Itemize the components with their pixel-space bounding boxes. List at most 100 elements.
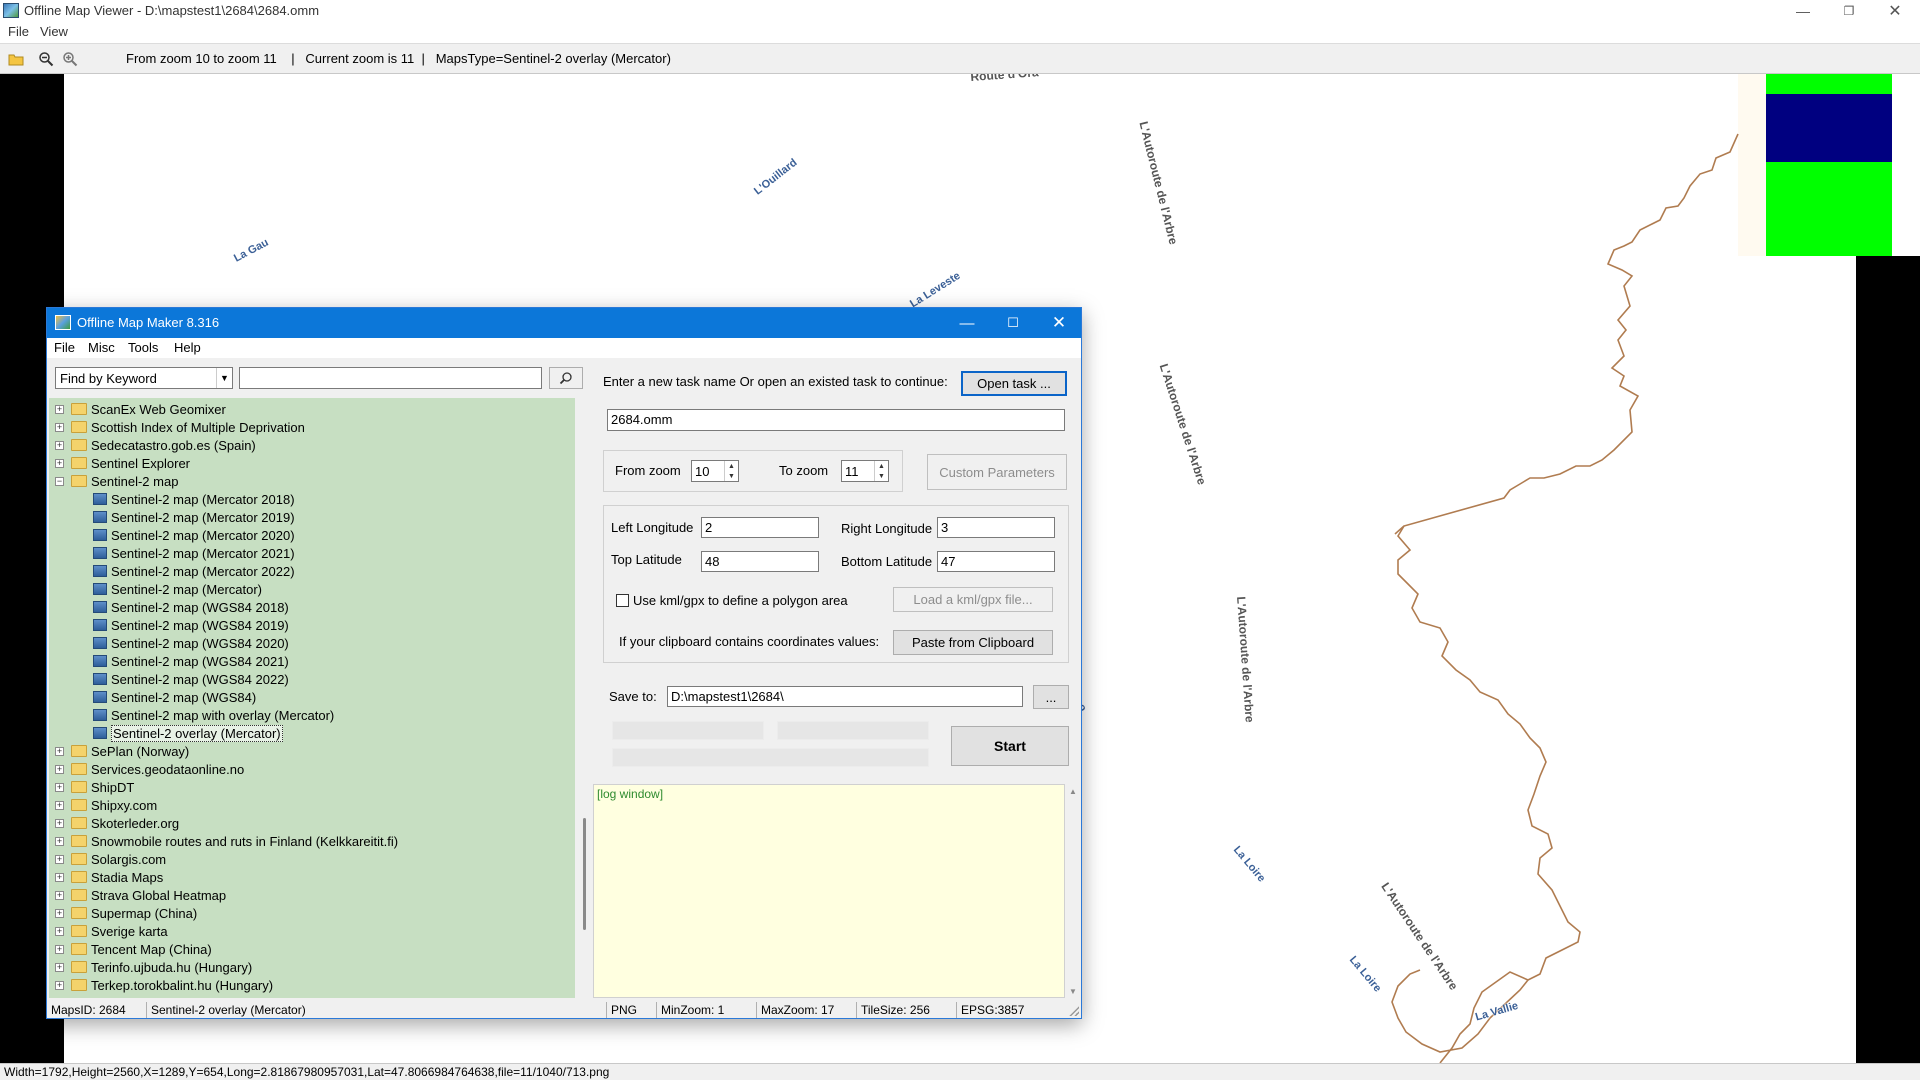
expand-icon[interactable]: + [55,908,64,918]
tree-map-item[interactable]: Sentinel-2 map (Mercator 2022) [93,562,295,580]
expand-icon[interactable]: + [55,746,64,756]
start-button[interactable]: Start [951,726,1069,766]
open-task-button[interactable]: Open task ... [961,371,1067,396]
top-latitude-input[interactable]: 48 [701,551,819,572]
omm-menu-tools[interactable]: Tools [128,340,158,355]
zoom-in-icon[interactable] [62,51,78,67]
omm-titlebar[interactable]: Offline Map Maker 8.316 — ☐ ✕ [47,308,1081,338]
map-source-tree[interactable]: + ScanEx Web Geomixer + Scottish Index of M… [49,398,575,998]
tree-folder-item[interactable]: + Scottish Index of Multiple Deprivation [55,418,305,436]
expand-icon[interactable]: + [55,818,64,828]
resize-grip-icon[interactable] [1069,1006,1079,1016]
open-folder-icon[interactable] [8,51,24,67]
tree-folder-item[interactable]: + Strava Global Heatmap [55,886,226,904]
tree-folder-item[interactable]: + Supermap (China) [55,904,197,922]
tree-map-item[interactable]: Sentinel-2 map with overlay (Mercator) [93,706,334,724]
paste-from-clipboard-button[interactable]: Paste from Clipboard [893,630,1053,655]
collapse-icon[interactable]: − [55,476,64,486]
tree-folder-item[interactable]: + Sentinel Explorer [55,454,190,472]
expand-icon[interactable]: + [55,422,64,432]
expand-icon[interactable]: + [55,926,64,936]
expand-icon[interactable]: + [55,854,64,864]
search-mode-select[interactable]: Find by Keyword ▼ [55,367,233,389]
spinner-arrows-icon[interactable]: ▲ ▼ [874,461,888,481]
chevron-down-icon[interactable]: ▼ [216,368,232,388]
spinner-arrows-icon[interactable]: ▲ ▼ [724,461,738,481]
tree-map-item[interactable]: Sentinel-2 map (WGS84 2021) [93,652,289,670]
bottom-latitude-input[interactable]: 47 [937,551,1055,572]
tree-folder-item[interactable]: + Shipxy.com [55,796,157,814]
tree-folder-item[interactable]: + Tencent Map (China) [55,940,212,958]
omm-menu-file[interactable]: File [54,340,75,355]
omm-menu-misc[interactable]: Misc [88,340,115,355]
viewer-app-icon [3,3,19,18]
tree-folder-item[interactable]: + Snowmobile routes and ruts in Finland (… [55,832,398,850]
expand-icon[interactable]: + [55,800,64,810]
expand-icon[interactable]: + [55,836,64,846]
task-name-input[interactable]: 2684.omm [607,409,1065,431]
expand-icon[interactable]: + [55,872,64,882]
tree-scrollbar[interactable] [577,398,594,998]
tree-folder-item[interactable]: + Skoterleder.org [55,814,179,832]
expand-icon[interactable]: + [55,782,64,792]
tree-map-item[interactable]: Sentinel-2 map (Mercator 2019) [93,508,295,526]
expand-icon[interactable]: + [55,440,64,450]
search-input[interactable] [239,367,542,389]
omm-maximize-icon[interactable]: ☐ [990,308,1036,338]
right-longitude-input[interactable]: 3 [937,517,1055,538]
tree-map-item[interactable]: Sentinel-2 map (Mercator 2020) [93,526,295,544]
scroll-down-icon[interactable]: ▼ [1065,984,1081,998]
tree-map-item[interactable]: Sentinel-2 map (Mercator 2018) [93,490,295,508]
map-layer-icon [93,709,107,721]
tree-folder-item[interactable]: + ScanEx Web Geomixer [55,400,226,418]
save-to-input[interactable]: D:\mapstest1\2684\ [667,686,1023,707]
from-zoom-spinner[interactable]: 10 ▲ ▼ [691,460,739,482]
omm-minimize-icon[interactable]: — [944,308,990,338]
log-scrollbar[interactable]: ▲ ▼ [1065,784,1081,998]
expand-icon[interactable]: + [55,458,64,468]
tree-scrollbar-thumb[interactable] [583,818,586,930]
custom-parameters-button[interactable]: Custom Parameters [927,454,1067,490]
tree-map-item[interactable]: Sentinel-2 map (WGS84) [93,688,256,706]
tree-map-item[interactable]: Sentinel-2 map (WGS84 2022) [93,670,289,688]
tree-map-item[interactable]: Sentinel-2 overlay (Mercator) [93,724,283,742]
tree-map-item[interactable]: Sentinel-2 map (Mercator 2021) [93,544,295,562]
search-button[interactable] [549,367,583,389]
menu-view[interactable]: View [40,24,68,39]
expand-icon[interactable]: + [55,980,64,990]
tree-folder-item[interactable]: − Sentinel-2 map [55,472,178,490]
tree-folder-item[interactable]: + SePlan (Norway) [55,742,189,760]
expand-icon[interactable]: + [55,764,64,774]
scroll-up-icon[interactable]: ▲ [1065,784,1081,798]
log-window[interactable]: [log window] [593,784,1065,998]
expand-icon[interactable]: + [55,890,64,900]
to-zoom-spinner[interactable]: 11 ▲ ▼ [841,460,889,482]
expand-icon[interactable]: + [55,944,64,954]
minimize-icon[interactable]: — [1780,0,1826,22]
tree-map-item[interactable]: Sentinel-2 map (WGS84 2019) [93,616,289,634]
left-longitude-input[interactable]: 2 [701,517,819,538]
load-kml-button[interactable]: Load a kml/gpx file... [893,587,1053,612]
tree-folder-item[interactable]: + Solargis.com [55,850,166,868]
tree-folder-item[interactable]: + Stadia Maps [55,868,163,886]
tree-folder-item[interactable]: + Sverige karta [55,922,168,940]
tree-folder-item[interactable]: + ShipDT [55,778,134,796]
zoom-out-icon[interactable] [38,51,54,67]
tree-folder-item[interactable]: + Sedecatastro.gob.es (Spain) [55,436,256,454]
menu-file[interactable]: File [8,24,29,39]
omm-close-icon[interactable]: ✕ [1036,308,1082,338]
tree-map-item[interactable]: Sentinel-2 map (WGS84 2020) [93,634,289,652]
close-icon[interactable]: ✕ [1872,0,1918,22]
kml-checkbox[interactable] [616,594,629,607]
restore-icon[interactable]: ❐ [1826,0,1872,22]
tree-folder-item[interactable]: + Terinfo.ujbuda.hu (Hungary) [55,958,252,976]
omm-menu-help[interactable]: Help [174,340,201,355]
browse-button[interactable]: ... [1033,685,1069,709]
tree-folder-item[interactable]: + Services.geodataonline.no [55,760,244,778]
tree-folder-item[interactable]: + Terkep.torokbalint.hu (Hungary) [55,976,273,994]
tree-map-item[interactable]: Sentinel-2 map (Mercator) [93,580,262,598]
search-icon [559,372,572,385]
expand-icon[interactable]: + [55,404,64,414]
expand-icon[interactable]: + [55,962,64,972]
tree-map-item[interactable]: Sentinel-2 map (WGS84 2018) [93,598,289,616]
